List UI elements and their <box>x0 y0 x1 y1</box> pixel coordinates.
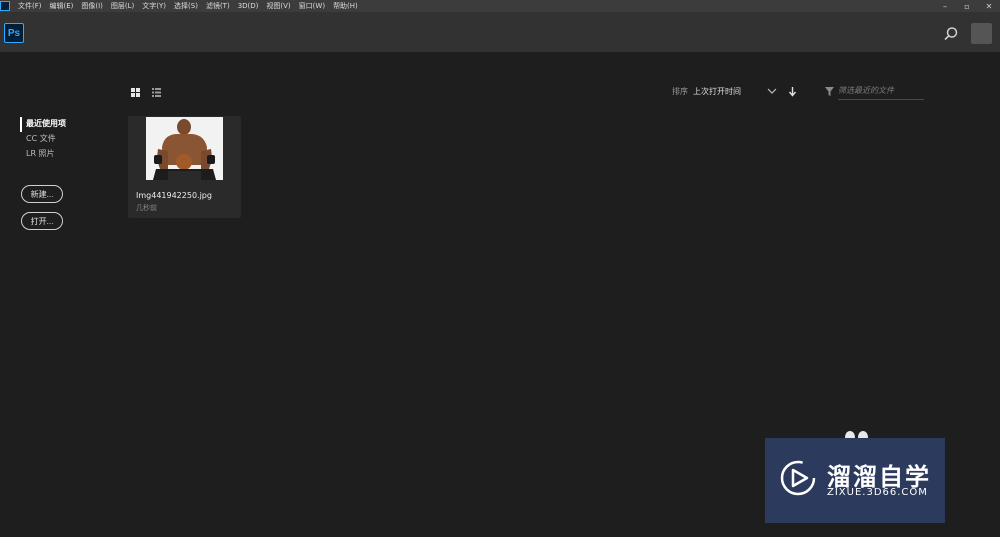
menu: 文件(F) 编辑(E) 图像(I) 图层(L) 文字(Y) 选择(S) 滤镜(T… <box>18 0 366 12</box>
sidebar-item-cc-files[interactable]: CC 文件 <box>20 132 110 147</box>
open-button[interactable]: 打开... <box>21 212 63 230</box>
menu-bar: 文件(F) 编辑(E) 图像(I) 图层(L) 文字(Y) 选择(S) 滤镜(T… <box>0 0 1000 12</box>
file-time: 几秒前 <box>136 204 157 212</box>
app-header: Ps <box>0 12 1000 52</box>
avatar[interactable] <box>971 23 992 44</box>
watermark-url: ZIXUE.3D66.COM <box>827 487 928 498</box>
maximize-button[interactable]: ▫ <box>956 0 978 12</box>
sort-label: 排序 <box>672 87 688 96</box>
file-name: Img441942250.jpg <box>136 191 212 200</box>
chevron-down-icon[interactable] <box>767 87 777 95</box>
new-button[interactable]: 新建... <box>21 185 63 203</box>
menu-filter[interactable]: 滤镜(T) <box>206 0 230 12</box>
menu-window[interactable]: 窗口(W) <box>299 0 325 12</box>
file-card[interactable]: Img441942250.jpg 几秒前 <box>128 116 241 218</box>
list-view-icon[interactable] <box>152 88 161 97</box>
menu-view[interactable]: 视图(V) <box>266 0 290 12</box>
menu-help[interactable]: 帮助(H) <box>333 0 358 12</box>
ps-logo[interactable]: Ps <box>4 23 24 43</box>
watermark: 溜溜自学 ZIXUE.3D66.COM <box>765 438 945 523</box>
file-thumbnail[interactable] <box>146 117 223 180</box>
person-image <box>146 117 223 180</box>
menu-layer[interactable]: 图层(L) <box>111 0 134 12</box>
sort-direction-icon[interactable] <box>788 86 797 97</box>
minimize-button[interactable]: – <box>934 0 956 12</box>
menu-edit[interactable]: 编辑(E) <box>50 0 74 12</box>
search-icon[interactable] <box>942 25 960 43</box>
window-controls: – ▫ ✕ <box>934 0 1000 12</box>
menu-3d[interactable]: 3D(D) <box>238 0 259 12</box>
filter-icon <box>825 87 834 96</box>
play-logo-icon <box>780 460 816 496</box>
filter-input[interactable] <box>838 82 924 100</box>
close-button[interactable]: ✕ <box>978 0 1000 12</box>
sidebar: 最近使用项 CC 文件 LR 照片 <box>20 117 110 162</box>
sidebar-item-recent[interactable]: 最近使用项 <box>20 117 110 132</box>
menu-file[interactable]: 文件(F) <box>18 0 42 12</box>
sidebar-item-lr-photos[interactable]: LR 照片 <box>20 147 110 162</box>
menu-type[interactable]: 文字(Y) <box>142 0 166 12</box>
ps-app-icon <box>0 1 10 11</box>
grid-view-icon[interactable] <box>131 88 140 97</box>
menu-select[interactable]: 选择(S) <box>174 0 198 12</box>
sort-dropdown[interactable]: 上次打开时间 <box>693 86 741 97</box>
menu-image[interactable]: 图像(I) <box>81 0 103 12</box>
